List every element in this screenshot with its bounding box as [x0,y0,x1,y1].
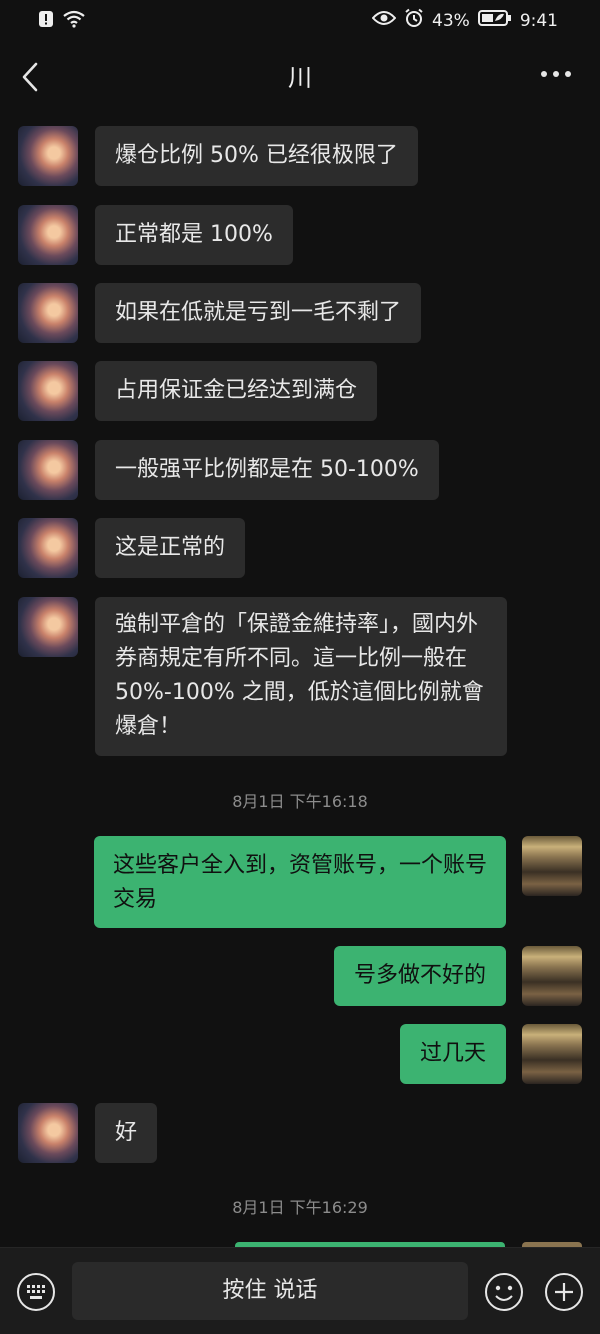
message-row: 爆仓比例 50% 已经很极限了 [18,126,418,186]
message-bubble-incoming[interactable]: 好 [95,1103,158,1163]
message-bubble-incoming[interactable]: 強制平倉的「保證金維持率」，國内外券商規定有所不同。這一比例一般在 50%-10… [95,597,507,756]
message-bubble-outgoing[interactable]: 过几天 [399,1024,506,1084]
contact-avatar[interactable] [18,1103,78,1163]
battery-icon [477,9,512,32]
contact-avatar[interactable] [18,518,78,578]
message-row: 強制平倉的「保證金維持率」，國内外券商規定有所不同。這一比例一般在 50%-10… [18,597,507,756]
contact-avatar[interactable] [18,440,78,500]
message-row: 号多做不好的 [333,946,582,1006]
message-row: 这是正常的 [18,518,246,578]
alert-notification-icon [38,10,54,32]
eye-icon [371,10,397,31]
my-avatar[interactable] [522,836,582,896]
hold-to-talk-button[interactable]: 按住 说话 [72,1262,468,1320]
message-bubble-incoming[interactable]: 正常都是 100% [95,205,293,265]
emoji-icon[interactable] [484,1272,524,1312]
message-row: 正常都是 100% [18,205,293,265]
status-right: 43% 9:41 [371,8,558,33]
chat-header: 川 [0,40,600,114]
message-bubble-incoming[interactable]: 爆仓比例 50% 已经很极限了 [95,126,418,186]
contact-avatar[interactable] [18,361,78,421]
more-dots-icon[interactable] [540,64,572,84]
message-bubble-outgoing[interactable]: 这些客户全入到，资管账号，一个账号交易 [94,836,506,928]
message-row: 如果在低就是亏到一毛不剩了 [18,283,422,343]
chat-title: 川 [288,64,312,92]
contact-avatar[interactable] [18,283,78,343]
battery-percent: 43% [432,10,470,31]
keyboard-icon[interactable] [16,1272,56,1312]
message-bubble-incoming[interactable]: 占用保证金已经达到满仓 [95,361,378,421]
message-row: 占用保证金已经达到满仓 [18,361,378,421]
my-avatar[interactable] [522,946,582,1006]
message-row: 过几天 [399,1024,582,1084]
message-bubble-outgoing[interactable]: 号多做不好的 [333,946,506,1006]
status-bar: 43% 9:41 [0,0,600,40]
wifi-icon [62,10,86,32]
message-bubble-incoming[interactable]: 这是正常的 [95,518,246,578]
contact-avatar[interactable] [18,205,78,265]
message-bubble-incoming[interactable]: 如果在低就是亏到一毛不剩了 [95,283,422,343]
status-left [38,10,86,32]
message-bubble-incoming[interactable]: 一般强平比例都是在 50-100% [95,440,439,500]
clock-time: 9:41 [519,10,558,31]
my-avatar[interactable] [522,1024,582,1084]
timestamp: 8月1日 下午16:18 [232,792,368,811]
message-row: 这些客户全入到，资管账号，一个账号交易 [94,836,582,928]
contact-avatar[interactable] [18,597,78,657]
input-bar: 按住 说话 [0,1247,600,1334]
message-row: 好 [18,1103,158,1163]
message-row: 一般强平比例都是在 50-100% [18,440,439,500]
timestamp: 8月1日 下午16:29 [232,1198,368,1217]
plus-icon[interactable] [544,1272,584,1312]
contact-avatar[interactable] [18,126,78,186]
alarm-clock-icon [404,8,424,33]
